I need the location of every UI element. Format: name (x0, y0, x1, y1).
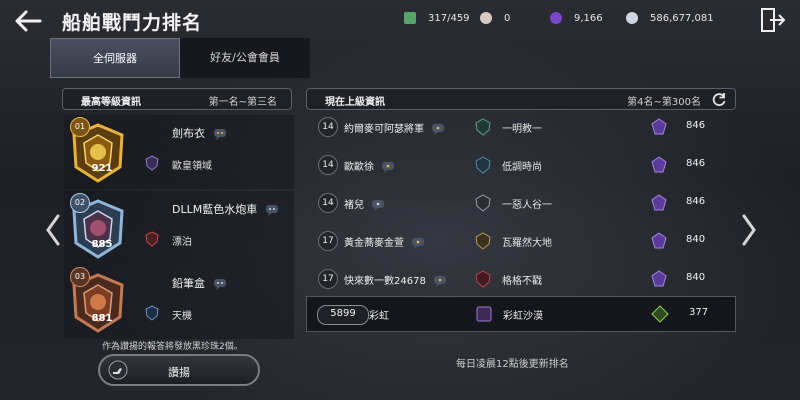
current-rank-header: 現在上級資訊 第4名~第300名 (306, 88, 736, 110)
current-rank-title: 現在上級資訊 (325, 97, 385, 108)
my-ranking-row[interactable]: 5899 彩虹 彩虹沙漠 377 (306, 296, 736, 332)
guild-emblem-icon (145, 305, 159, 321)
chat-icon[interactable] (213, 278, 227, 290)
ranking-row[interactable]: 17 快來數一數24678 格格不戳 840 (306, 260, 736, 298)
rank-score: 921 (91, 163, 113, 174)
guild-emblem-icon (475, 156, 491, 174)
purple-crest-icon (651, 270, 667, 287)
combat-power: 846 (686, 196, 706, 207)
top-rank-range: 第一名~第三名 (208, 97, 277, 108)
player-name: 歐歐徐 (344, 158, 395, 173)
chat-icon[interactable] (433, 275, 447, 287)
ranking-row[interactable]: 14 歐歐徐 低調時尚 846 (306, 146, 736, 184)
reward-note: 作為讚揚的報答將發放黑珍珠2個。 (102, 342, 243, 352)
combat-power: 840 (686, 234, 706, 245)
my-player-name: 彩虹 (369, 311, 389, 322)
level-badge: 14 (318, 117, 338, 137)
combat-power: 846 (686, 120, 706, 131)
level-badge: 14 (318, 155, 338, 175)
top-rank-header: 最高等級資訊 第一名~第三名 (62, 88, 292, 110)
my-guild-name: 彩虹沙漠 (503, 311, 543, 322)
chat-icon[interactable] (431, 123, 445, 135)
page-title: 船舶戰鬥力排名 (62, 12, 203, 34)
praise-button-label: 讚揚 (168, 366, 190, 379)
pearl-icon (480, 12, 492, 24)
guild-emblem-icon (476, 306, 492, 322)
chat-icon[interactable] (265, 204, 279, 216)
guild-emblem-icon (475, 118, 491, 136)
resource-pearl: 0 (480, 10, 510, 26)
chevron-right-icon[interactable] (738, 210, 760, 250)
guild-emblem-icon (145, 231, 159, 247)
chat-icon[interactable] (411, 237, 425, 249)
purple-crest-icon (651, 156, 667, 173)
guild-name: 一惡人谷一 (502, 200, 552, 211)
rank-score: 885 (91, 239, 113, 250)
guild-name: 天機 (172, 311, 192, 322)
guild-name: 漂泊 (172, 237, 192, 248)
guild-emblem-icon (475, 270, 491, 288)
combat-power: 846 (686, 158, 706, 169)
purple-crest-icon (651, 194, 667, 211)
resource-silver: 586,677,081 (626, 10, 714, 26)
refresh-icon[interactable] (711, 91, 727, 107)
resource-purple-orb: 9,166 (550, 10, 603, 26)
player-name: 黃金蕎麥金萱 (344, 234, 425, 249)
level-badge: 14 (318, 193, 338, 213)
player-name: 快來數一數24678 (344, 272, 447, 287)
green-crest-icon (651, 305, 669, 323)
resource-stamina: 317/459 (404, 10, 470, 26)
ranking-row[interactable]: 14 褚兒 一惡人谷一 846 (306, 184, 736, 222)
rank-number: 03 (70, 267, 90, 287)
purple-crest-icon (651, 118, 667, 135)
ranking-row[interactable]: 17 黃金蕎麥金萱 瓦羅然大地 840 (306, 222, 736, 260)
cube-icon (404, 12, 416, 24)
chevron-left-icon[interactable] (42, 210, 64, 250)
chat-icon[interactable] (213, 128, 227, 140)
level-badge: 17 (318, 269, 338, 289)
rank-score: 881 (91, 313, 113, 324)
purple-crest-icon (651, 232, 667, 249)
top-rank-card[interactable]: 03 881 鉛筆盒 天機 (64, 265, 294, 339)
chat-icon[interactable] (371, 199, 385, 211)
guild-emblem-icon (475, 232, 491, 250)
rank-number: 02 (70, 193, 90, 213)
guild-name: 一明教一 (502, 124, 542, 135)
player-name: 鉛筆盒 (172, 275, 227, 291)
player-name: 約爾麥可阿瑟將軍 (344, 120, 445, 135)
guild-name: 低調時尚 (502, 162, 542, 173)
current-rank-range: 第4名~第300名 (627, 97, 701, 108)
ranking-row[interactable]: 14 約爾麥可阿瑟將軍 一明教一 846 (306, 108, 736, 146)
tab-friends-guild[interactable]: 好友/公會會員 (180, 38, 310, 78)
my-rank-badge: 5899 (317, 305, 369, 325)
chat-icon[interactable] (381, 161, 395, 173)
back-arrow-icon[interactable] (10, 6, 46, 36)
combat-power: 840 (686, 272, 706, 283)
player-name: DLLM藍色水炮車 (172, 201, 279, 217)
level-badge: 17 (318, 231, 338, 251)
guild-name: 格格不戳 (502, 276, 542, 287)
silver-coin-icon (626, 12, 638, 24)
top-rank-card[interactable]: 01 921 劍布衣 歐皇領域 (64, 115, 294, 189)
rank-number: 01 (70, 117, 90, 137)
guild-emblem-icon (145, 155, 159, 171)
top-rank-card[interactable]: 02 885 DLLM藍色水炮車 漂泊 (64, 191, 294, 265)
player-name: 劍布衣 (172, 125, 227, 141)
update-note: 每日凌晨12點後更新排名 (456, 359, 569, 370)
player-name: 褚兒 (344, 196, 385, 211)
guild-emblem-icon (475, 194, 491, 212)
my-combat-power: 377 (689, 307, 709, 318)
exit-icon[interactable] (758, 6, 786, 34)
tab-all-servers[interactable]: 全伺服器 (50, 38, 180, 78)
purple-orb-icon (550, 12, 562, 24)
top-rank-title: 最高等級資訊 (81, 97, 141, 108)
praise-button[interactable]: 讚揚 (98, 354, 260, 386)
guild-name: 歐皇領域 (172, 161, 212, 172)
guild-name: 瓦羅然大地 (502, 238, 552, 249)
